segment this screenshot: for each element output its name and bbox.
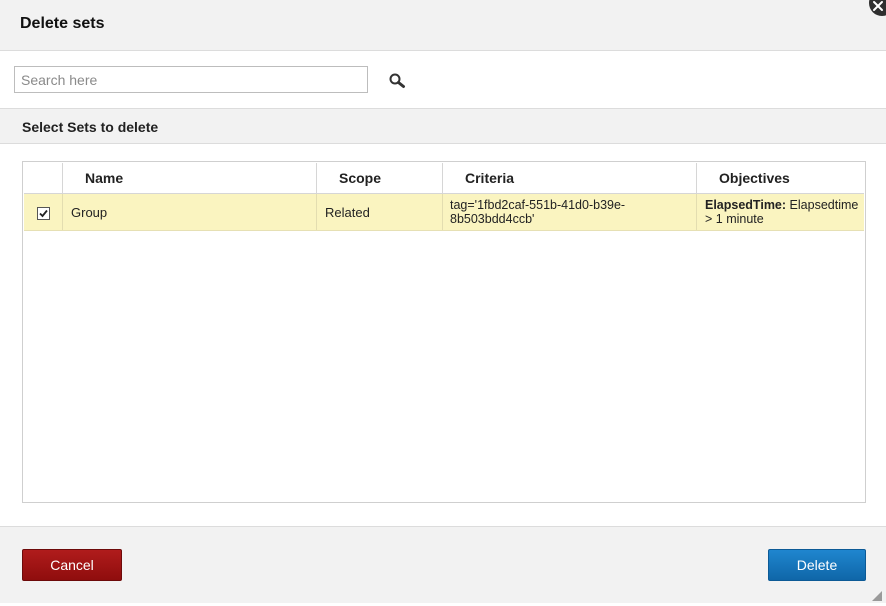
row-criteria: tag='1fbd2caf-551b-41d0-b39e-8b503bdd4cc… (442, 193, 697, 231)
table-header-row: Name Scope Criteria Objectives (24, 163, 864, 194)
row-checkbox[interactable] (36, 206, 50, 220)
sets-table: Name Scope Criteria Objectives Group Rel… (22, 161, 866, 503)
column-header-scope[interactable]: Scope (316, 163, 443, 194)
column-header-name-label: Name (85, 170, 124, 186)
column-header-select (24, 163, 63, 194)
cancel-button[interactable]: Cancel (22, 549, 122, 581)
section-header: Select Sets to delete (0, 108, 886, 144)
dialog-title: Delete sets (20, 15, 105, 32)
column-header-criteria[interactable]: Criteria (442, 163, 697, 194)
row-select-cell (24, 193, 63, 231)
column-header-criteria-label: Criteria (465, 170, 515, 186)
delete-sets-dialog: Delete sets Select Sets to delete Name (0, 0, 886, 603)
search-icon[interactable] (388, 72, 406, 90)
resize-grip-icon[interactable] (872, 588, 882, 601)
row-objectives: ElapsedTime: Elapsedtime > 1 minute (696, 193, 864, 231)
row-name: Group (62, 193, 317, 231)
dialog-titlebar: Delete sets (0, 0, 886, 51)
dialog-footer: Cancel Delete (0, 526, 886, 603)
search-row (0, 51, 886, 107)
column-header-objectives[interactable]: Objectives (696, 163, 864, 194)
column-header-scope-label: Scope (339, 170, 382, 186)
section-title: Select Sets to delete (22, 119, 159, 135)
column-header-objectives-label: Objectives (719, 170, 790, 186)
row-scope: Related (316, 193, 443, 231)
table-row[interactable]: Group Related tag='1fbd2caf-551b-41d0-b3… (24, 193, 864, 231)
row-objectives-label: ElapsedTime: (705, 198, 787, 212)
search-input[interactable] (14, 66, 368, 93)
column-header-name[interactable]: Name (62, 163, 317, 194)
delete-button[interactable]: Delete (768, 549, 866, 581)
